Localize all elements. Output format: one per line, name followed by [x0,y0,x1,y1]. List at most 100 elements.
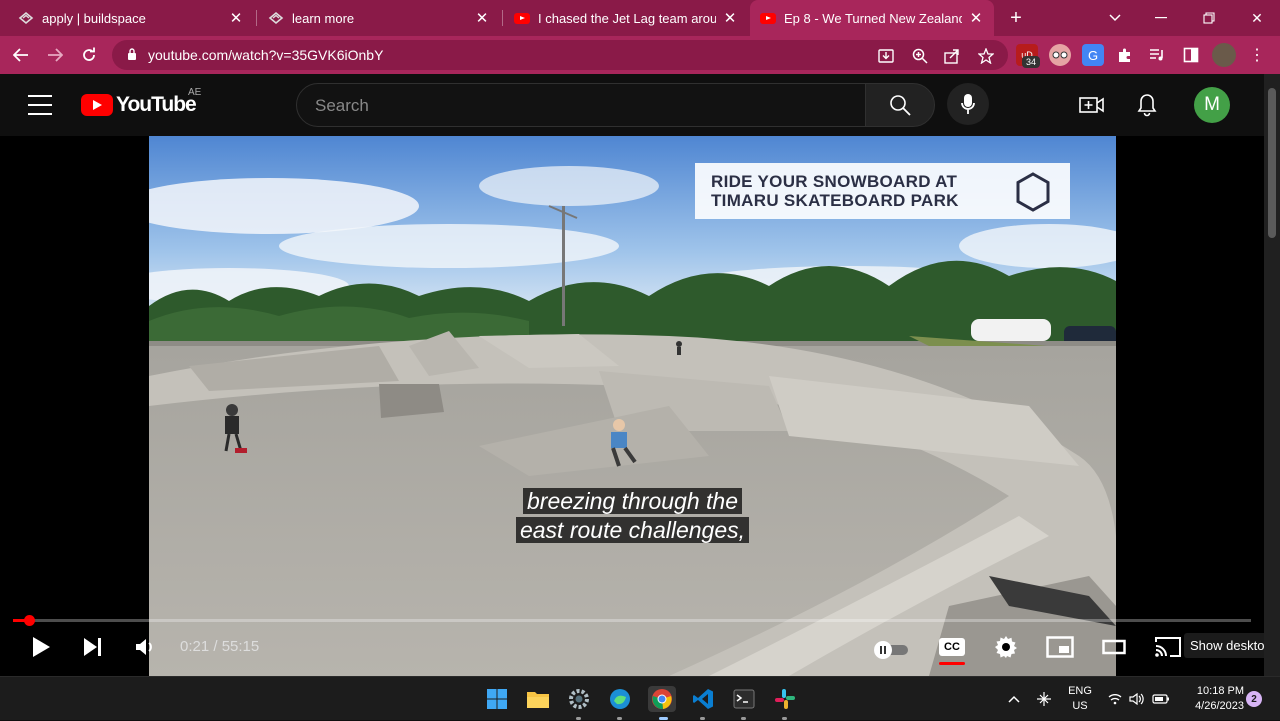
autoplay-toggle[interactable] [872,640,910,660]
cast-button[interactable] [1152,632,1184,662]
page-scrollbar[interactable] [1264,74,1280,676]
search-button[interactable] [865,83,935,127]
input-language[interactable]: ENG US [1062,677,1098,721]
cast-icon [1155,637,1181,657]
extensions-puzzle-icon[interactable] [1114,44,1136,66]
clock[interactable]: 10:18 PM 4/26/2023 [1180,677,1244,721]
tab-title: apply | buildspace [42,10,146,26]
tab-title: Ep 8 - We Turned New Zealand In [784,10,962,26]
next-video-button[interactable] [80,632,106,662]
minimize-icon[interactable] [1138,0,1184,36]
tab-learn-more[interactable]: learn more ✕ [258,0,500,36]
notifications-bell-icon[interactable] [1134,92,1160,118]
youtube-icon [760,10,776,26]
buildspace-icon [18,10,34,26]
zoom-icon[interactable] [910,46,930,66]
clock-time: 10:18 PM [1196,685,1244,697]
voice-search-button[interactable] [947,83,989,125]
play-button[interactable] [28,632,54,662]
youtube-icon [514,10,530,26]
tab-title: I chased the Jet Lag team around [538,10,716,26]
settings-app-icon[interactable] [566,686,592,712]
file-explorer-icon[interactable] [525,686,551,712]
subtitles-button[interactable]: CC [937,632,967,665]
notification-count-badge[interactable]: 2 [1246,691,1262,707]
tab-jet-lag-video[interactable]: I chased the Jet Lag team around ✕ [504,0,748,36]
tab-close-icon[interactable]: ✕ [968,9,984,27]
share-icon[interactable] [942,46,962,66]
video-progress-bar[interactable] [13,615,1251,626]
forward-arrow-icon[interactable] [40,40,70,70]
back-arrow-icon[interactable] [6,40,36,70]
address-bar[interactable]: youtube.com/watch?v=35GVK6iOnbY [112,40,1008,70]
subtitle-text: east route challenges, [515,517,750,543]
account-avatar[interactable]: M [1194,87,1230,123]
windows-start-icon[interactable] [484,686,510,712]
tab-apply-buildspace[interactable]: apply | buildspace ✕ [8,0,254,36]
settings-button[interactable] [992,632,1020,662]
microphone-icon [961,94,975,114]
restore-icon[interactable] [1186,0,1232,36]
time-display: 0:21 / 55:15 [180,638,260,655]
edge-browser-icon[interactable] [607,686,633,712]
new-tab-plus-icon[interactable]: + [994,0,1038,36]
network-hub-icon[interactable] [1034,677,1054,721]
tab-close-icon[interactable]: ✕ [228,9,244,27]
volume-icon [136,639,152,655]
browser-menu-icon[interactable]: ⋮ [1246,44,1268,66]
windows-taskbar: ENG US 10:18 PM 4/26/2023 2 [0,676,1280,720]
video-player[interactable]: RIDE YOUR SNOWBOARD AT TIMARU SKATEBOARD… [0,136,1278,676]
miniplayer-button[interactable] [1044,632,1076,662]
google-translate-icon[interactable]: G [1082,44,1104,66]
search-input[interactable]: Search [296,83,866,127]
bookmark-star-icon[interactable] [976,46,996,66]
hamburger-menu-icon[interactable] [28,95,52,115]
video-title-card-text: RIDE YOUR SNOWBOARD AT TIMARU SKATEBOARD… [711,172,1001,210]
media-controls-icon[interactable] [1146,44,1168,66]
youtube-play-logo-icon [81,94,113,116]
subtitle-line-1: breezing through the [149,487,1116,516]
tab-close-icon[interactable]: ✕ [474,9,490,27]
subtitles-active-indicator [939,662,965,665]
search-placeholder: Search [315,96,369,115]
youtube-header: YouTube AE Search M [0,74,1280,136]
lock-icon[interactable] [122,47,142,63]
theater-mode-button[interactable] [1100,632,1128,662]
tray-overflow-chevron-icon[interactable] [1004,677,1024,721]
slack-icon[interactable] [772,686,798,712]
reload-icon[interactable] [74,40,104,70]
scrollbar-thumb[interactable] [1268,88,1276,238]
language-label: ENG [1068,685,1092,697]
tab-active-ep8[interactable]: Ep 8 - We Turned New Zealand In ✕ [750,0,994,36]
vscode-icon[interactable] [690,686,716,712]
create-video-icon[interactable] [1079,92,1105,118]
side-panel-icon[interactable] [1180,44,1202,66]
subtitle-line-2: east route challenges, [149,516,1116,545]
hexagon-logo-icon [1016,172,1050,212]
tab-title: learn more [292,10,355,26]
progress-scrubber[interactable] [24,615,35,626]
terminal-icon[interactable] [731,686,757,712]
tab-separator [256,10,257,26]
gear-icon [995,636,1017,658]
wifi-icon[interactable] [1106,677,1124,721]
battery-icon[interactable] [1150,677,1172,721]
youtube-logo[interactable]: YouTube [81,93,197,117]
install-app-icon[interactable] [876,46,896,66]
profile-avatar-icon[interactable] [1212,43,1236,67]
tab-search-chevron-icon[interactable] [1092,0,1138,36]
miniplayer-icon [1046,636,1074,658]
browser-tab-strip: apply | buildspace ✕ learn more ✕ I chas… [0,0,1280,36]
buildspace-icon [268,10,284,26]
theater-mode-icon [1102,639,1126,655]
extension-avatar-icon[interactable] [1049,44,1071,66]
video-frame[interactable]: RIDE YOUR SNOWBOARD AT TIMARU SKATEBOARD… [149,136,1116,676]
chrome-browser-icon[interactable] [648,686,676,712]
speaker-icon[interactable] [1128,677,1146,721]
tab-close-icon[interactable]: ✕ [722,9,738,27]
extension-badge: 34 [1022,56,1040,68]
close-window-icon[interactable]: ✕ [1234,0,1280,36]
region-label: US [1072,700,1088,712]
mute-button[interactable] [132,632,158,662]
clock-date: 4/26/2023 [1195,700,1244,712]
